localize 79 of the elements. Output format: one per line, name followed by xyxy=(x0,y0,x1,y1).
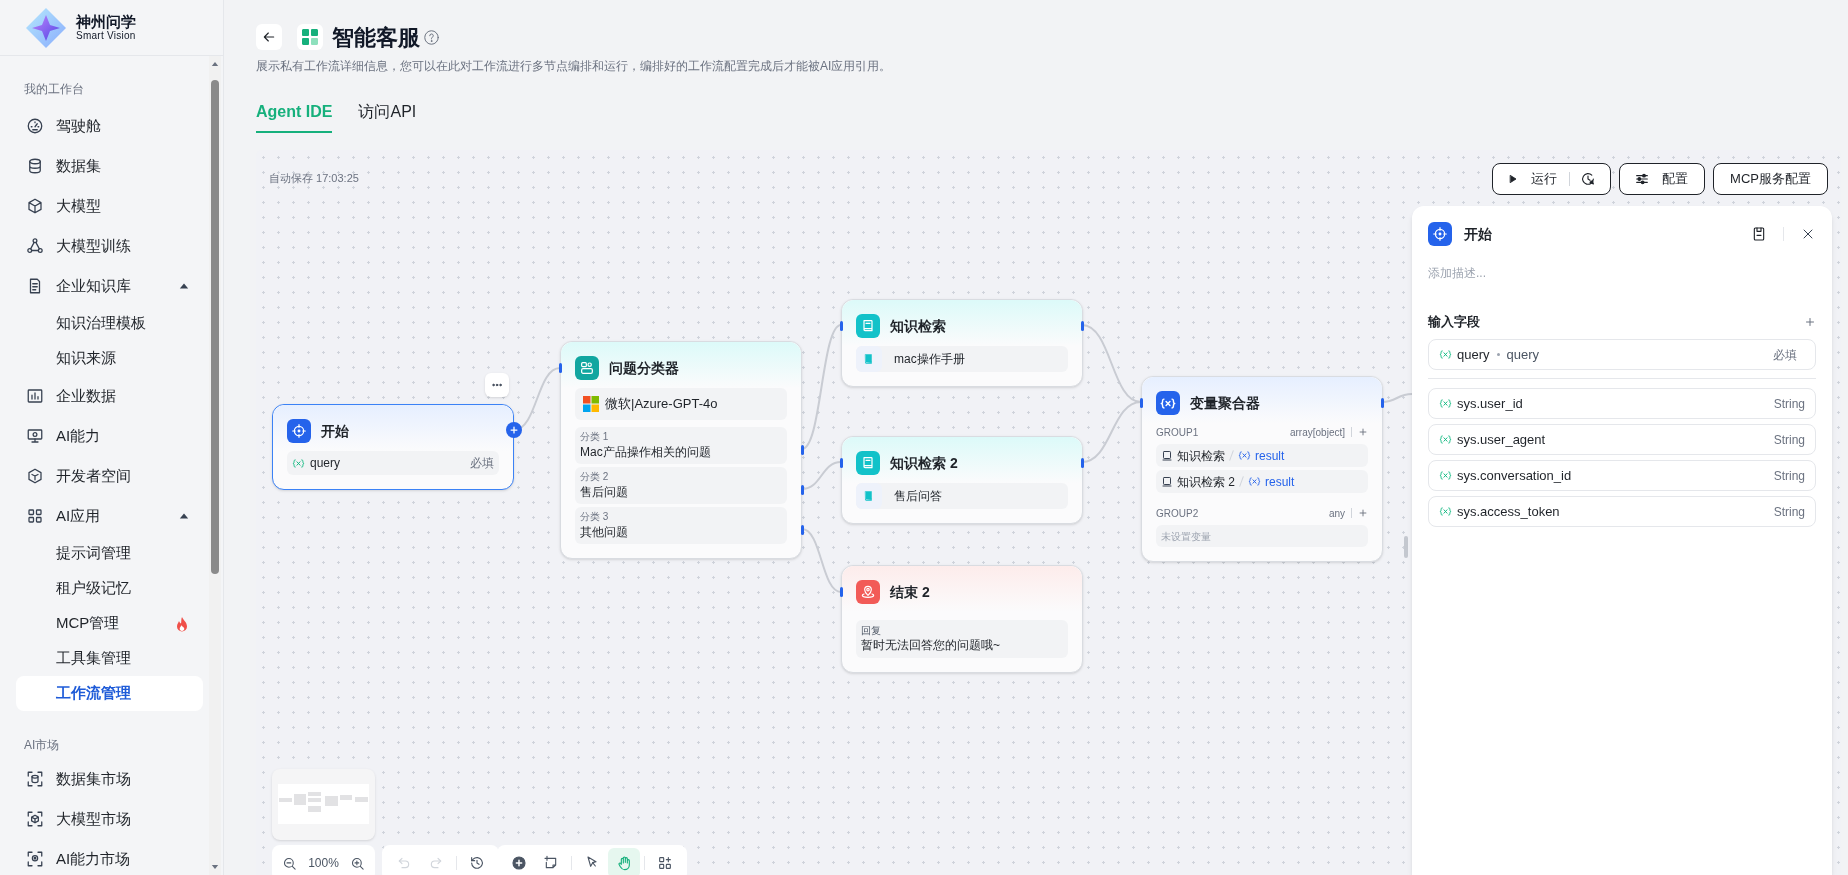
sidebar-item[interactable]: 知识来源 xyxy=(16,341,203,376)
sidebar-item[interactable]: 提示词管理 xyxy=(16,536,203,571)
run-button[interactable]: 运行 xyxy=(1492,163,1612,195)
reply-text: 暂时无法回答您的问题哦~ xyxy=(861,637,1001,654)
group-type: any xyxy=(1328,506,1345,521)
mcp-config-button[interactable]: MCP服务配置 xyxy=(1713,163,1828,195)
source-node-name: 知识检索 xyxy=(1177,447,1225,465)
sidebar-item[interactable]: 知识治理模板 xyxy=(16,306,203,341)
dataset-name: mac操作手册 xyxy=(894,351,965,368)
workflow-node[interactable]: 变量聚合器 GROUP1 array[object] 知识检索 result 知识检索 2 result GROUP2 any 未设置变量 xyxy=(1141,376,1383,562)
config-button[interactable]: 配置 xyxy=(1619,163,1706,195)
group-type: array[object] xyxy=(1289,425,1345,440)
brand-tagline: Smart Vision xyxy=(76,31,136,41)
brand-name: 神州问学 xyxy=(76,14,136,29)
source-node-name: 知识检索 2 xyxy=(1177,473,1235,491)
section-heading: 输入字段 xyxy=(1428,313,1480,332)
class-description: 其他问题 xyxy=(580,524,629,541)
variable-name: sys.user_agent xyxy=(1457,430,1546,449)
sidebar-item[interactable]: MCP管理 xyxy=(16,606,203,641)
class-label: 分类 3 xyxy=(580,510,610,524)
reply-label: 回复 xyxy=(861,624,882,637)
workflow-node[interactable]: 知识检索 mac操作手册 xyxy=(841,299,1083,387)
empty-variable-slot: 未设置变量 xyxy=(1156,525,1368,547)
group-name: GROUP1 xyxy=(1156,425,1199,440)
variable-type: String xyxy=(1773,431,1805,449)
class-description: Mac产品操作相关的问题 xyxy=(580,444,712,461)
required-label: 必填 xyxy=(470,455,494,472)
node-title: 开始 xyxy=(321,421,349,441)
workflow-node[interactable]: 知识检索 2 售后问答 xyxy=(841,436,1083,524)
sidebar-item[interactable]: 工作流管理 xyxy=(16,676,203,711)
variable-type: String xyxy=(1773,395,1805,413)
workflow-node[interactable]: 结束 2 回复 暂时无法回答您的问题哦~ xyxy=(841,565,1083,673)
tab[interactable]: 访问API xyxy=(358,100,417,133)
group-name: GROUP2 xyxy=(1156,506,1199,521)
variable-name: result xyxy=(1265,473,1295,491)
sidebar-item[interactable]: AI能力市场 xyxy=(16,839,203,875)
sidebar-item[interactable]: 大模型 xyxy=(16,186,203,226)
variable-name: query xyxy=(310,455,341,472)
page-title: 智能客服 xyxy=(332,23,420,52)
class-description: 售后问题 xyxy=(580,484,629,501)
sidebar-item[interactable]: 数据集市场 xyxy=(16,759,203,799)
variable-name: query xyxy=(1457,345,1490,364)
description-field[interactable]: 添加描述... xyxy=(1428,261,1816,285)
section-title: 我的工作台 xyxy=(23,81,85,98)
sidebar-item[interactable]: AI应用 xyxy=(16,496,203,536)
sidebar-item[interactable]: 驾驶舱 xyxy=(16,106,203,146)
variable-label: query xyxy=(1506,345,1540,364)
class-label: 分类 2 xyxy=(580,470,610,484)
variable-name: sys.conversation_id xyxy=(1457,466,1572,485)
dataset-name: 售后问答 xyxy=(894,488,942,505)
node-title: 知识检索 xyxy=(890,316,946,336)
variable-name: sys.access_token xyxy=(1457,502,1560,521)
panel-title: 开始 xyxy=(1464,224,1492,244)
section-title: AI市场 xyxy=(23,737,61,754)
node-title: 变量聚合器 xyxy=(1190,393,1260,413)
model-selector[interactable]: 微软|Azure-GPT-4o xyxy=(575,388,787,420)
sidebar-item[interactable]: 开发者空间 xyxy=(16,456,203,496)
node-title: 知识检索 2 xyxy=(890,453,958,473)
sidebar-item[interactable]: 企业知识库 xyxy=(16,266,203,306)
variable-name: sys.user_id xyxy=(1457,394,1523,413)
node-title: 问题分类器 xyxy=(609,358,679,378)
sidebar-item[interactable]: 企业数据 xyxy=(16,376,203,416)
variable-type: String xyxy=(1773,467,1805,485)
class-label: 分类 1 xyxy=(580,430,610,444)
sidebar-item[interactable]: AI能力 xyxy=(16,416,203,456)
autosave-status: 自动保存 17:03:25 xyxy=(269,171,359,186)
sidebar-item[interactable]: 租户级记忆 xyxy=(16,571,203,606)
page-description: 展示私有工作流详细信息，您可以在此对工作流进行多节点编排和运行，编排好的工作流配置完成后才能被AI应用引用。 xyxy=(256,58,893,74)
sidebar-item[interactable]: 大模型训练 xyxy=(16,226,203,266)
sidebar-item[interactable]: 大模型市场 xyxy=(16,799,203,839)
sidebar-item[interactable]: 数据集 xyxy=(16,146,203,186)
sidebar-item[interactable]: 工具集管理 xyxy=(16,641,203,676)
input-field-row[interactable]: query query 必填 xyxy=(1428,339,1816,370)
node-title: 结束 2 xyxy=(890,582,930,602)
zoom-level: 100% xyxy=(308,855,339,872)
workflow-node[interactable]: 问题分类器 微软|Azure-GPT-4o 分类 1 Mac产品操作相关的问题 分类 2 售后问题 分类 3 其他问题 xyxy=(560,341,802,559)
variable-type: String xyxy=(1773,503,1805,521)
required-label: 必填 xyxy=(1773,346,1797,364)
variable-name: result xyxy=(1255,447,1285,465)
